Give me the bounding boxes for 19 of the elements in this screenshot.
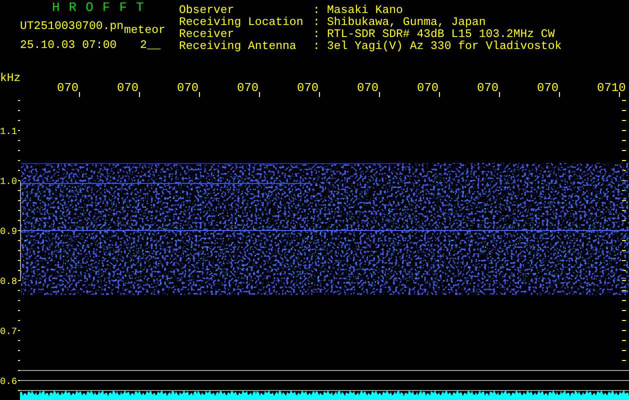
separator: :: [313, 41, 321, 53]
date-time: 25.10.03 07:00: [20, 40, 117, 52]
info-label: Receiving Antenna: [179, 41, 298, 53]
info-value: RTL-SDR SDR# 43dB L15 103.2MHz CW: [327, 29, 555, 41]
info-label: Receiver: [179, 29, 234, 41]
app-title: HROFFT: [52, 2, 153, 14]
info-value: Shibukawa, Gunma, Japan: [327, 17, 486, 29]
info-value: Masaki Kano: [327, 5, 403, 17]
info-label: Receiving Location: [179, 17, 304, 29]
info-value: 3el Yagi(V) Az 330 for Vladivostok: [327, 41, 562, 53]
separator: :: [313, 5, 321, 17]
time-axis: 070 070 070 070 070 070 070 070 070 0710: [57, 81, 626, 98]
axis-unit: kHz: [0, 73, 21, 85]
info-label: Observer: [179, 5, 234, 17]
counter: 2__: [140, 40, 161, 52]
separator: :: [313, 17, 321, 29]
file-name: UT2510030700.pn: [20, 21, 124, 33]
separator: :: [313, 29, 321, 41]
mode-label: meteor: [124, 25, 166, 37]
